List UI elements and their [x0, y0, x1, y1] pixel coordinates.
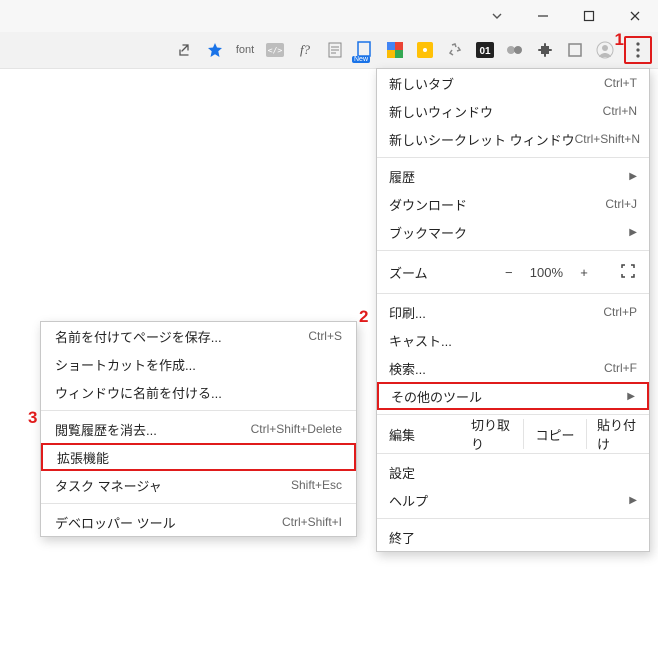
submenu-clear-history[interactable]: 閲覧履歴を消去...Ctrl+Shift+Delete	[41, 415, 356, 443]
edit-label: 編集	[377, 419, 461, 449]
menu-new-tab[interactable]: 新しいタブCtrl+T	[377, 69, 649, 97]
minimize-button[interactable]	[520, 0, 566, 32]
menu-exit[interactable]: 終了	[377, 523, 649, 551]
menu-edit-row: 編集 切り取り コピー 貼り付け	[377, 419, 649, 449]
menu-history[interactable]: 履歴▶	[377, 162, 649, 190]
menu-cast[interactable]: キャスト...	[377, 326, 649, 354]
profile-icon[interactable]	[594, 39, 616, 61]
menu-print[interactable]: 印刷...Ctrl+P	[377, 298, 649, 326]
svg-text:</>: </>	[268, 46, 283, 55]
ext-01-icon[interactable]: 01	[474, 39, 496, 61]
star-icon[interactable]	[204, 39, 226, 61]
ext-new-icon[interactable]: New	[354, 39, 376, 61]
callout-3: 3	[28, 408, 37, 428]
submenu-name-window[interactable]: ウィンドウに名前を付ける...	[41, 378, 356, 406]
ext-f-icon[interactable]: f?	[294, 39, 316, 61]
zoom-out-button[interactable]: −	[500, 265, 518, 280]
chevron-right-icon: ▶	[629, 227, 637, 238]
callout-1: 1	[615, 30, 624, 50]
separator	[377, 293, 649, 294]
submenu-task-manager[interactable]: タスク マネージャShift+Esc	[41, 471, 356, 499]
ext-recycle-icon[interactable]	[444, 39, 466, 61]
edit-copy[interactable]: コピー	[524, 419, 587, 449]
menu-bookmarks[interactable]: ブックマーク▶	[377, 218, 649, 246]
menu-help[interactable]: ヘルプ▶	[377, 486, 649, 514]
menu-find[interactable]: 検索...Ctrl+F	[377, 354, 649, 382]
svg-text:01: 01	[479, 46, 491, 57]
zoom-value: 100%	[530, 265, 563, 280]
submenu-save-as[interactable]: 名前を付けてページを保存...Ctrl+S	[41, 322, 356, 350]
close-button[interactable]	[612, 0, 658, 32]
ext-google-icon[interactable]	[384, 39, 406, 61]
separator	[41, 410, 356, 411]
chevron-down-icon[interactable]	[474, 0, 520, 32]
separator	[377, 518, 649, 519]
chevron-right-icon: ▶	[627, 391, 635, 402]
menu-more-tools[interactable]: その他のツール▶	[377, 382, 649, 410]
chevron-right-icon: ▶	[629, 495, 637, 506]
zoom-in-button[interactable]: +	[575, 265, 593, 280]
submenu-dev-tools[interactable]: デベロッパー ツールCtrl+Shift+I	[41, 508, 356, 536]
menu-settings[interactable]: 設定	[377, 458, 649, 486]
more-tools-submenu: 名前を付けてページを保存...Ctrl+S ショートカットを作成... ウィンド…	[40, 321, 357, 537]
callout-2: 2	[359, 307, 368, 327]
ext-doc-icon[interactable]	[324, 39, 346, 61]
edit-paste[interactable]: 貼り付け	[587, 419, 649, 449]
edit-cut[interactable]: 切り取り	[461, 419, 524, 449]
window-titlebar	[0, 0, 658, 32]
submenu-create-shortcut[interactable]: ショートカットを作成...	[41, 350, 356, 378]
menu-zoom: ズーム − 100% +	[377, 255, 649, 289]
share-icon[interactable]	[174, 39, 196, 61]
ext-code-icon[interactable]: </>	[264, 39, 286, 61]
ext-square-icon[interactable]	[564, 39, 586, 61]
fullscreen-icon[interactable]	[619, 264, 637, 281]
submenu-extensions[interactable]: 拡張機能	[41, 443, 356, 471]
separator	[377, 453, 649, 454]
ext-spheres-icon[interactable]	[504, 39, 526, 61]
extensions-puzzle-icon[interactable]	[534, 39, 556, 61]
menu-incognito[interactable]: 新しいシークレット ウィンドウCtrl+Shift+N	[377, 125, 649, 153]
separator	[41, 503, 356, 504]
menu-downloads[interactable]: ダウンロードCtrl+J	[377, 190, 649, 218]
menu-kebab-button[interactable]	[624, 36, 652, 64]
ext-font-icon[interactable]: font	[234, 39, 256, 61]
maximize-button[interactable]	[566, 0, 612, 32]
separator	[377, 250, 649, 251]
menu-new-window[interactable]: 新しいウィンドウCtrl+N	[377, 97, 649, 125]
separator	[377, 157, 649, 158]
zoom-label: ズーム	[389, 263, 428, 282]
chevron-right-icon: ▶	[629, 171, 637, 182]
ext-yellow-icon[interactable]	[414, 39, 436, 61]
browser-toolbar: font </> f? New 01	[0, 32, 658, 69]
main-menu: 新しいタブCtrl+T 新しいウィンドウCtrl+N 新しいシークレット ウィン…	[376, 68, 650, 552]
